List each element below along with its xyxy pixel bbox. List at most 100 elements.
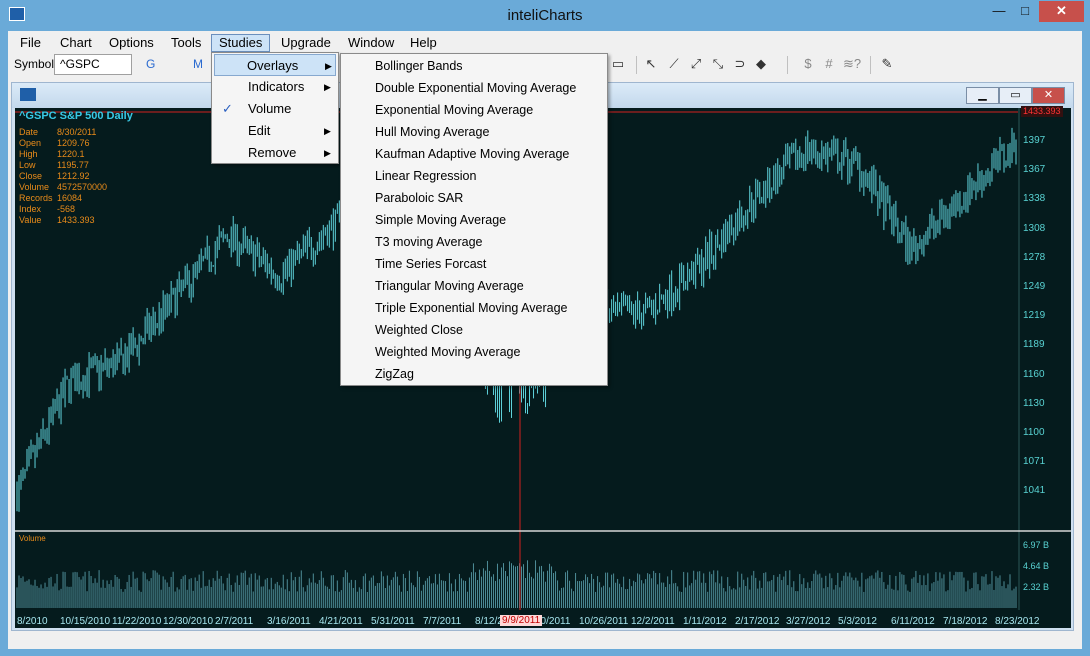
overlays-submenu: Bollinger Bands Double Exponential Moving… [340,53,608,386]
g-button[interactable]: G [146,57,155,71]
submenu-arrow-icon: ▶ [324,148,331,158]
price-tick-label: 1397 [1023,135,1046,146]
overlay-item[interactable]: Double Exponential Moving Average [375,77,576,99]
segment-icon[interactable]: ⤢ [687,55,705,73]
symbol-input[interactable]: ^GSPC [54,54,132,75]
magnet-icon[interactable]: ⊃ [731,55,749,73]
data-window-value: 8/30/2011 [57,127,97,137]
overlay-item[interactable]: Simple Moving Average [375,209,506,231]
eraser-icon[interactable]: ◆ [752,55,770,73]
pointer-icon[interactable]: ↖ [642,55,660,73]
price-tick-label: 1071 [1023,456,1046,468]
date-tick-label: 4/21/2011 [319,616,363,627]
studies-overlays[interactable]: Overlays ▶ [214,54,336,76]
overlay-item[interactable]: Weighted Moving Average [375,341,520,363]
overlay-item[interactable]: Triple Exponential Moving Average [375,297,567,319]
date-tick-label: 12/30/2010 [163,616,214,627]
price-tick-label: 1367 [1023,164,1046,176]
menu-tools[interactable]: Tools [164,34,208,52]
overlay-item[interactable]: Weighted Close [375,319,463,341]
menu-item-label: Overlays [247,58,299,73]
cursor-date-tag: 9/9/2011 [500,615,543,626]
maximize-button[interactable]: □ [1012,1,1038,22]
price-tick-label: 1100 [1023,427,1045,438]
overlay-item[interactable]: Triangular Moving Average [375,275,524,297]
studies-remove[interactable]: Remove ▶ [214,142,336,164]
menu-window[interactable]: Window [341,34,401,52]
studies-edit[interactable]: Edit ▶ [214,120,336,142]
overlay-item[interactable]: T3 moving Average [375,231,482,253]
price-tick-label: 1160 [1023,368,1045,380]
submenu-arrow-icon: ▶ [324,82,331,92]
date-tick-label: 7/18/2012 [943,616,988,627]
price-tick-label: 1338 [1023,193,1046,205]
menu-item-label: Edit [248,123,271,138]
hash-button[interactable]: # [820,55,838,73]
check-icon: ✓ [222,101,233,116]
date-tick-label: 6/11/2012 [891,616,935,627]
price-tick-label: 1130 [1023,397,1045,409]
overlay-item[interactable]: Kaufman Adaptive Moving Average [375,143,569,165]
date-tick-label: 10/26/2011 [579,616,629,627]
menu-item-label: Remove [248,145,297,160]
price-tick-label: 1189 [1023,339,1045,351]
menu-upgrade[interactable]: Upgrade [274,34,338,52]
minimize-button[interactable]: — [986,1,1012,22]
volume-tick-label: 2.32 B [1023,582,1050,592]
studies-volume[interactable]: ✓ Volume [214,98,336,120]
data-window-label: Volume [19,182,50,192]
dollar-button[interactable]: $ [799,55,817,73]
date-tick-label: 11/22/2010 [112,616,162,627]
chart-window-icon[interactable] [20,88,36,101]
edit-note-icon[interactable]: ✎ [878,55,896,73]
volume-bars [16,560,1017,608]
studies-indicators[interactable]: Indicators ▶ [214,76,336,98]
m-button[interactable]: M [193,57,203,71]
data-window-label: Index [19,204,42,214]
overlay-item[interactable]: ZigZag [375,363,414,385]
date-tick-label: 8/2010 [17,616,48,627]
menu-chart[interactable]: Chart [53,34,99,52]
overlay-item[interactable]: Bollinger Bands [375,55,463,77]
date-tick-label: 8/23/2012 [995,616,1040,627]
chart-minimize-button[interactable]: ▁ [966,87,999,104]
symbol-label: Symbol [14,57,55,71]
menu-file[interactable]: File [13,34,48,52]
overlay-item[interactable]: Time Series Forcast [375,253,486,275]
menu-item-label: Indicators [248,79,305,94]
close-button[interactable]: ✕ [1039,1,1084,22]
overlay-item[interactable]: Exponential Moving Average [375,99,533,121]
overlay-item[interactable]: Hull Moving Average [375,121,489,143]
overlay-item[interactable]: Linear Regression [375,165,476,187]
data-window-value: 1220.1 [57,149,85,159]
menu-options[interactable]: Options [102,34,161,52]
overlay-item[interactable]: Paraboloic SAR [375,187,463,209]
data-window-value: 1209.76 [57,138,90,148]
data-window-value: 1212.92 [57,171,90,181]
date-tick-label: 12/2/2011 [631,616,675,627]
data-window-value: 1195.77 [57,160,89,170]
chart-close-button[interactable]: ✕ [1032,87,1065,104]
data-window-label: Value [19,215,42,225]
data-window-label: Low [19,160,36,170]
window-title: inteliCharts [507,7,583,24]
data-window-value: 16084 [57,193,83,203]
wave-button[interactable]: ≋? [841,55,863,73]
data-window-value: -568 [57,204,76,214]
date-tick-label: 3/16/2011 [267,616,311,627]
ray-icon[interactable]: ⤡ [709,55,727,73]
menu-help[interactable]: Help [403,34,444,52]
menu-studies[interactable]: Studies [211,34,271,52]
volume-tick-label: 4.64 B [1023,561,1050,571]
date-tick-label: 5/3/2012 [838,616,877,627]
data-window-label: Open [19,138,42,148]
chart-header: ^GSPC S&P 500 Daily [19,110,133,122]
data-window-label: Records [19,193,53,203]
submenu-arrow-icon: ▶ [324,126,331,136]
price-tick-label: 1219 [1023,310,1046,322]
draw-box-icon[interactable]: ▭ [609,55,627,73]
data-window-label: High [19,149,38,159]
line-icon[interactable]: ⟋ [665,55,683,73]
chart-restore-button[interactable]: ▭ [999,87,1032,104]
price-tick-label: 1041 [1023,485,1046,497]
